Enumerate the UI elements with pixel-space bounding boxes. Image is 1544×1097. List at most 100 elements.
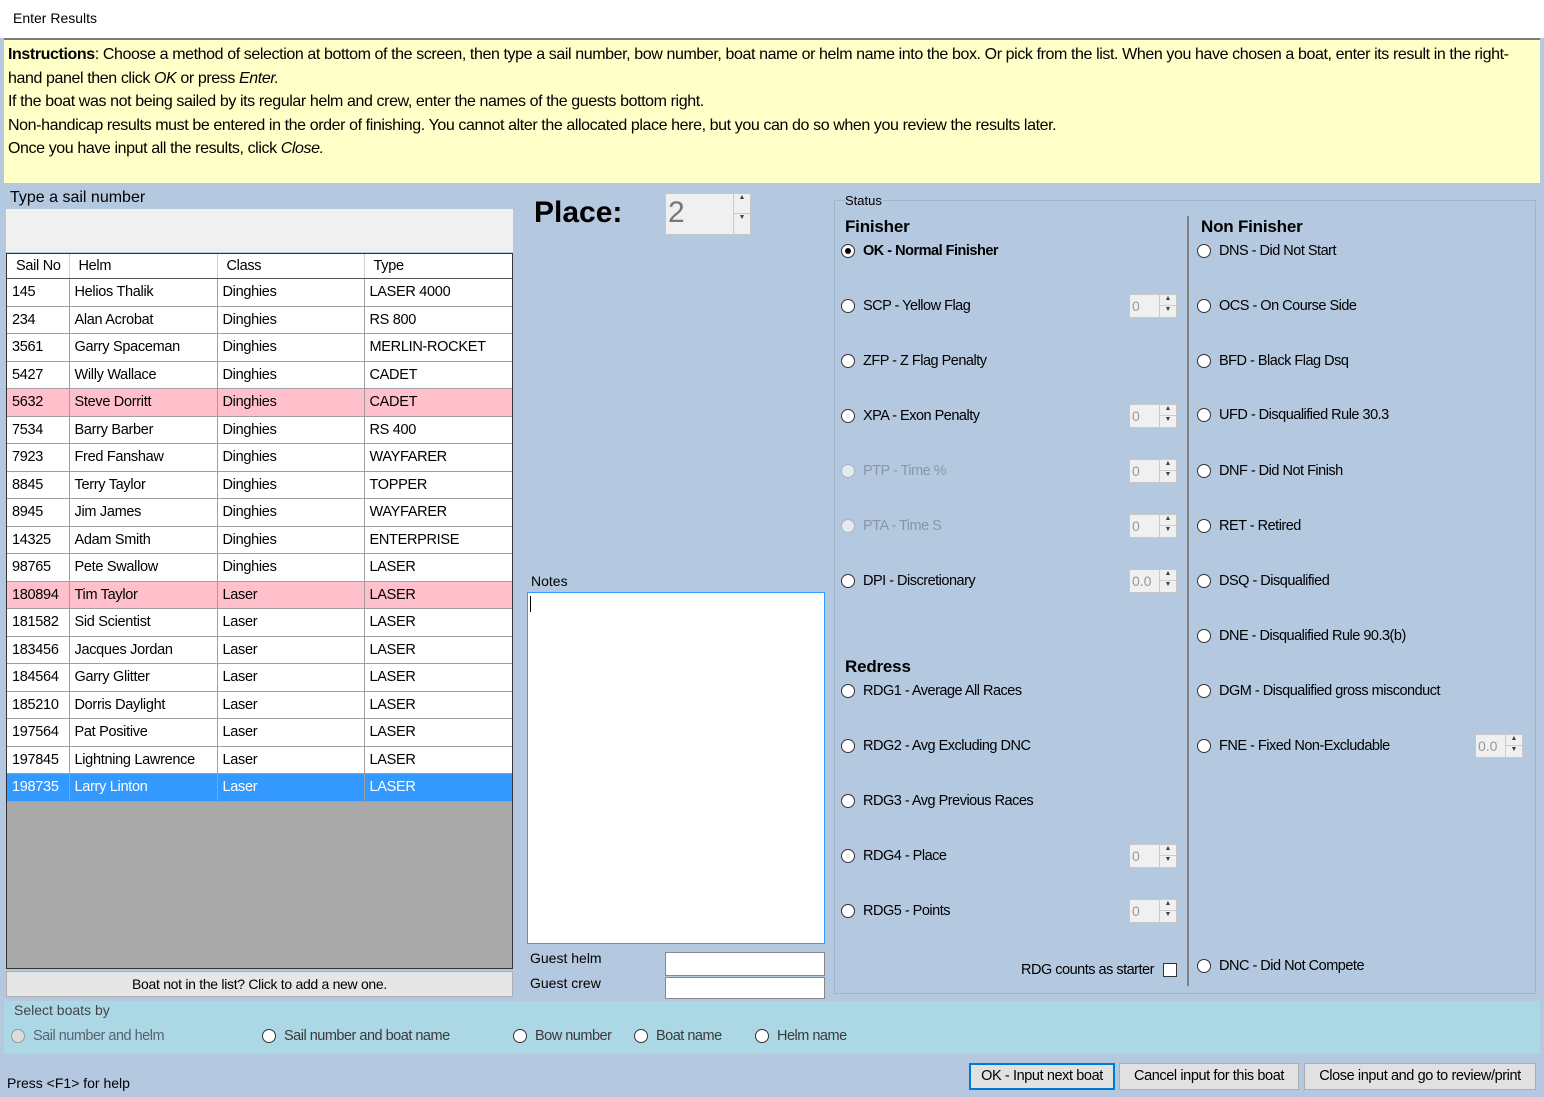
select-by-helm-name[interactable]: Helm name xyxy=(755,1028,847,1044)
radio-icon[interactable] xyxy=(1197,299,1211,313)
cell-helm[interactable]: Dorris Daylight xyxy=(69,691,218,719)
cell-sail[interactable]: 14325 xyxy=(7,526,70,554)
cell-class[interactable]: Laser xyxy=(217,608,365,637)
spin-up-icon[interactable]: ▲ xyxy=(1160,515,1176,526)
cell-type[interactable]: WAYFARER xyxy=(364,498,512,527)
radio-ok-normal-finisher[interactable]: OK - Normal Finisher xyxy=(841,243,999,259)
radio-icon[interactable] xyxy=(841,409,855,423)
cell-type[interactable]: LASER xyxy=(364,746,512,774)
cell-class[interactable]: Laser xyxy=(217,691,365,719)
radio-icon[interactable] xyxy=(841,739,855,753)
spin-buttons[interactable]: ▲ ▼ xyxy=(1159,845,1176,867)
table-row[interactable]: 185210 Dorris Daylight Laser LASER xyxy=(7,691,512,719)
cell-sail[interactable]: 5427 xyxy=(7,361,70,389)
select-by-sail-boat[interactable]: Sail number and boat name xyxy=(262,1028,450,1044)
cell-helm[interactable]: Pete Swallow xyxy=(69,553,218,582)
cell-helm[interactable]: Terry Taylor xyxy=(69,471,218,499)
cell-helm[interactable]: Jim James xyxy=(69,498,218,527)
radio-icon[interactable] xyxy=(841,574,855,588)
spin-buttons[interactable]: ▲ ▼ xyxy=(1159,570,1176,592)
radio-dsq[interactable]: DSQ - Disqualified xyxy=(1197,573,1330,589)
add-new-boat-button[interactable]: Boat not in the list? Click to add a new… xyxy=(6,971,513,997)
radio-bfd[interactable]: BFD - Black Flag Dsq xyxy=(1197,353,1349,369)
select-by-boat-name[interactable]: Boat name xyxy=(634,1028,722,1044)
spin-down-icon[interactable]: ▼ xyxy=(1160,581,1176,592)
radio-icon[interactable] xyxy=(1197,684,1211,698)
radio-icon[interactable] xyxy=(262,1029,276,1043)
select-by-sail-helm[interactable]: Sail number and helm xyxy=(11,1028,165,1044)
radio-dne[interactable]: DNE - Disqualified Rule 90.3(b) xyxy=(1197,628,1406,644)
ok-input-next-button[interactable]: OK - Input next boat xyxy=(969,1063,1115,1090)
cell-sail[interactable]: 7534 xyxy=(7,416,70,444)
radio-icon[interactable] xyxy=(1197,464,1211,478)
cell-helm[interactable]: Adam Smith xyxy=(69,526,218,554)
spin-up-icon[interactable]: ▲ xyxy=(1160,900,1176,911)
radio-icon[interactable] xyxy=(11,1029,25,1043)
radio-rdg1[interactable]: RDG1 - Average All Races xyxy=(841,683,1022,699)
cell-class[interactable]: Dinghies xyxy=(217,443,365,472)
radio-ret[interactable]: RET - Retired xyxy=(1197,518,1301,534)
guest-helm-input[interactable] xyxy=(665,952,825,976)
table-row[interactable]: 234 Alan Acrobat Dinghies RS 800 xyxy=(7,306,512,334)
cell-type[interactable]: LASER xyxy=(364,663,512,692)
cell-sail[interactable]: 198735 xyxy=(7,773,70,802)
spin-up-icon[interactable]: ▲ xyxy=(1506,735,1522,746)
cell-type[interactable]: LASER xyxy=(364,553,512,582)
cell-helm[interactable]: Steve Dorritt xyxy=(69,388,218,417)
radio-icon[interactable] xyxy=(1197,519,1211,533)
cell-sail[interactable]: 8945 xyxy=(7,498,70,527)
close-review-button[interactable]: Close input and go to review/print xyxy=(1304,1063,1536,1090)
pta-value-spinner[interactable]: 0 ▲ ▼ xyxy=(1129,514,1177,538)
spin-buttons[interactable]: ▲ ▼ xyxy=(1505,735,1522,757)
cell-sail[interactable]: 180894 xyxy=(7,581,70,609)
cell-type[interactable]: LASER xyxy=(364,608,512,637)
spin-down-icon[interactable]: ▼ xyxy=(1160,306,1176,317)
table-row[interactable]: 5427 Willy Wallace Dinghies CADET xyxy=(7,361,512,389)
cell-class[interactable]: Dinghies xyxy=(217,278,365,307)
radio-fne[interactable]: FNE - Fixed Non-Excludable xyxy=(1197,738,1390,754)
cell-type[interactable]: LASER xyxy=(364,718,512,747)
table-row[interactable]: 7923 Fred Fanshaw Dinghies WAYFARER xyxy=(7,443,512,472)
cell-sail[interactable]: 197845 xyxy=(7,746,70,774)
cancel-input-button[interactable]: Cancel input for this boat xyxy=(1119,1063,1299,1090)
cell-type[interactable]: CADET xyxy=(364,388,512,417)
column-header-type[interactable]: Type xyxy=(364,254,512,279)
spin-down-icon[interactable]: ▼ xyxy=(1160,416,1176,427)
select-by-bow-number[interactable]: Bow number xyxy=(513,1028,612,1044)
cell-helm[interactable]: Larry Linton xyxy=(69,773,218,802)
cell-class[interactable]: Dinghies xyxy=(217,553,365,582)
radio-rdg3[interactable]: RDG3 - Avg Previous Races xyxy=(841,793,1034,809)
sail-number-input[interactable] xyxy=(6,209,513,252)
radio-icon[interactable] xyxy=(1197,959,1211,973)
radio-dns[interactable]: DNS - Did Not Start xyxy=(1197,243,1337,259)
radio-rdg5[interactable]: RDG5 - Points xyxy=(841,903,950,919)
cell-class[interactable]: Laser xyxy=(217,773,365,802)
cell-type[interactable]: TOPPER xyxy=(364,471,512,499)
cell-helm[interactable]: Sid Scientist xyxy=(69,608,218,637)
table-row[interactable]: 198735 Larry Linton Laser LASER xyxy=(7,773,512,802)
spin-down-icon[interactable]: ▼ xyxy=(1506,746,1522,757)
cell-helm[interactable]: Alan Acrobat xyxy=(69,306,218,334)
table-row[interactable]: 197564 Pat Positive Laser LASER xyxy=(7,718,512,747)
cell-class[interactable]: Dinghies xyxy=(217,388,365,417)
cell-helm[interactable]: Helios Thalik xyxy=(69,278,218,307)
cell-class[interactable]: Laser xyxy=(217,663,365,692)
rdg4-value-spinner[interactable]: 0 ▲ ▼ xyxy=(1129,844,1177,868)
radio-icon[interactable] xyxy=(1197,739,1211,753)
cell-sail[interactable]: 98765 xyxy=(7,553,70,582)
radio-dgm[interactable]: DGM - Disqualified gross misconduct xyxy=(1197,683,1441,699)
cell-type[interactable]: RS 800 xyxy=(364,306,512,334)
spin-up-icon[interactable]: ▲ xyxy=(1160,570,1176,581)
cell-sail[interactable]: 197564 xyxy=(7,718,70,747)
cell-sail[interactable]: 185210 xyxy=(7,691,70,719)
column-header-class[interactable]: Class xyxy=(217,254,365,279)
cell-type[interactable]: ENTERPRISE xyxy=(364,526,512,554)
radio-icon[interactable] xyxy=(1197,354,1211,368)
cell-type[interactable]: LASER 4000 xyxy=(364,278,512,307)
cell-helm[interactable]: Garry Glitter xyxy=(69,663,218,692)
radio-icon[interactable] xyxy=(841,849,855,863)
table-row[interactable]: 98765 Pete Swallow Dinghies LASER xyxy=(7,553,512,582)
cell-type[interactable]: LASER xyxy=(364,636,512,664)
table-row[interactable]: 5632 Steve Dorritt Dinghies CADET xyxy=(7,388,512,417)
spin-up-icon[interactable]: ▲ xyxy=(1160,405,1176,416)
